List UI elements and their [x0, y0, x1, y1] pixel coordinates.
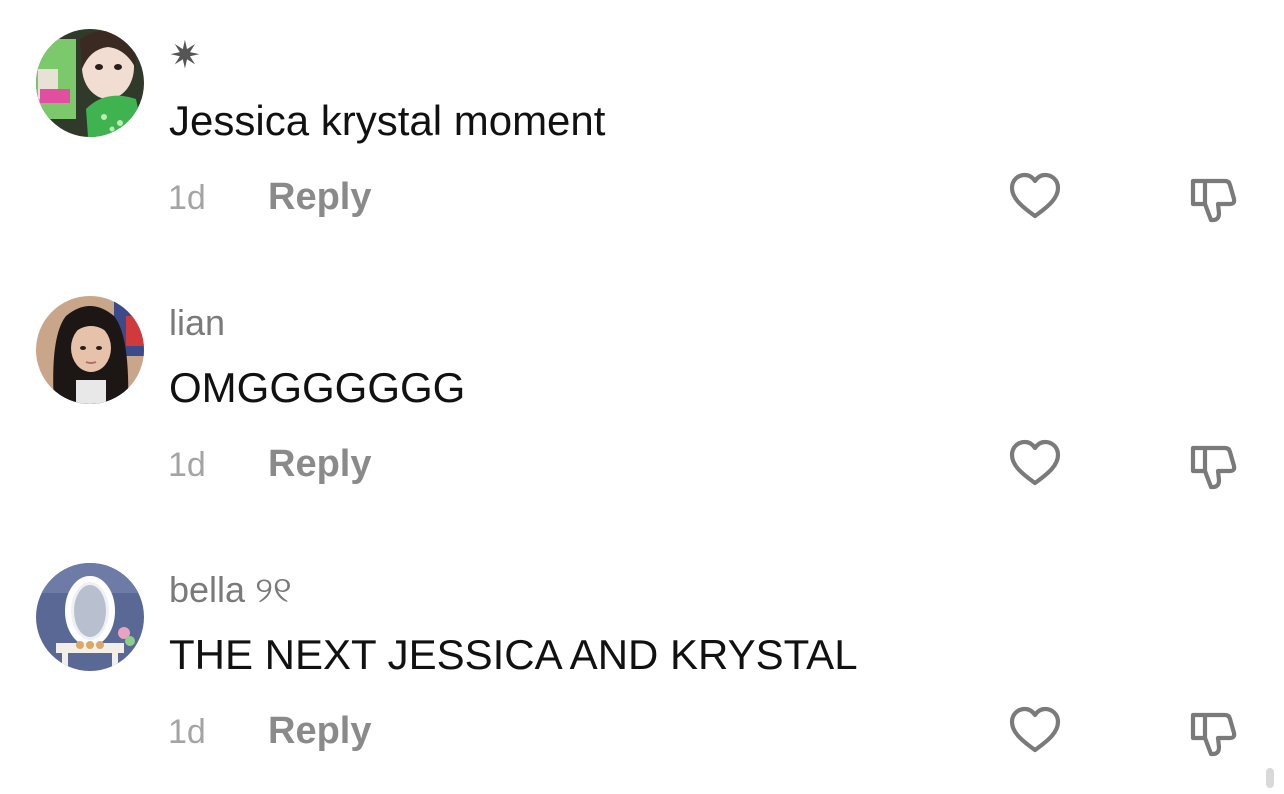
comment-text: Jessica krystal moment [169, 97, 606, 144]
avatar-mirror-vanity-photo-icon [36, 563, 144, 671]
comment-item: lian OMGGGGGGG 1d Reply [0, 267, 1284, 527]
thumbs-down-outline-icon [1190, 445, 1237, 490]
avatar[interactable] [36, 563, 144, 671]
like-button[interactable] [1007, 436, 1063, 492]
timestamp: 1d [168, 179, 206, 217]
username[interactable]: bella ୨୧ [169, 570, 292, 610]
timestamp: 1d [168, 713, 206, 751]
dislike-button[interactable] [1185, 171, 1241, 227]
comment-item: bella ୨୧ THE NEXT JESSICA AND KRYSTAL 1d… [0, 534, 1284, 794]
avatar[interactable] [36, 296, 144, 404]
avatar-green-photo-icon [36, 29, 144, 137]
username[interactable]: lian [169, 303, 225, 343]
thumbs-down-outline-icon [1190, 712, 1237, 757]
comment-item: ✷ Jessica krystal moment 1d Reply [0, 0, 1284, 260]
heart-outline-icon [1009, 172, 1061, 219]
comment-text: OMGGGGGGG [169, 364, 466, 411]
like-button[interactable] [1007, 169, 1063, 225]
reply-button[interactable]: Reply [268, 443, 371, 485]
scrollbar[interactable] [1266, 768, 1274, 788]
heart-outline-icon [1009, 439, 1061, 486]
timestamp: 1d [168, 446, 206, 484]
reply-button[interactable]: Reply [268, 176, 371, 218]
avatar-dark-hair-photo-icon [36, 296, 144, 404]
like-button[interactable] [1007, 703, 1063, 759]
thumbs-down-outline-icon [1190, 178, 1237, 223]
dislike-button[interactable] [1185, 705, 1241, 761]
heart-outline-icon [1009, 706, 1061, 753]
reply-button[interactable]: Reply [268, 710, 371, 752]
avatar[interactable] [36, 29, 144, 137]
username[interactable]: ✷ [169, 36, 201, 76]
dislike-button[interactable] [1185, 438, 1241, 494]
comment-text: THE NEXT JESSICA AND KRYSTAL [169, 631, 858, 678]
